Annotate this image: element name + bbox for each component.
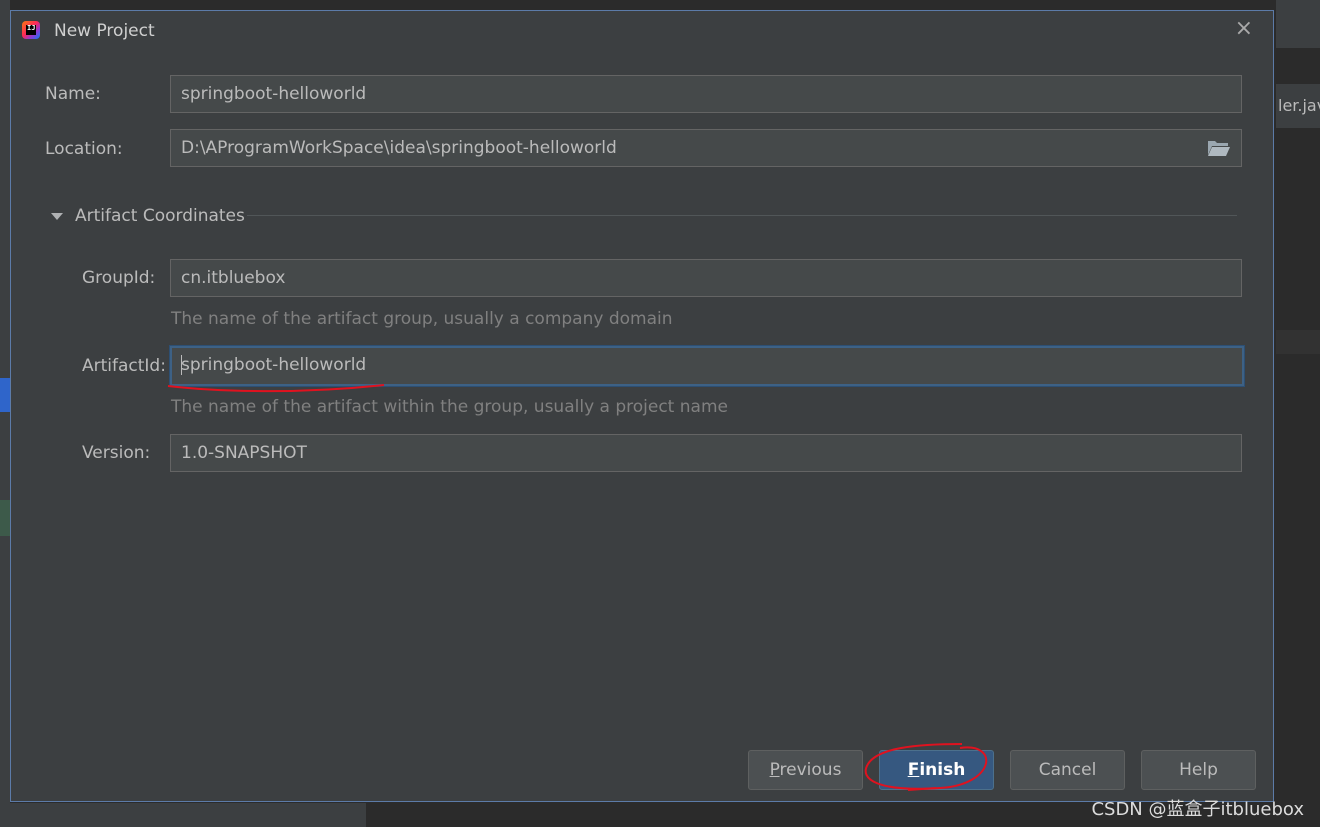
ide-left-selection [0,378,10,412]
ide-left-highlight [0,500,10,536]
ide-bottom-panel [0,803,366,827]
groupid-label: GroupId: [82,268,156,288]
location-field[interactable]: D:\AProgramWorkSpace\idea\springboot-hel… [170,129,1242,167]
watermark-text: CSDN @蓝盒子itbluebox [1091,799,1304,820]
intellij-idea-icon: IJ [22,21,40,39]
folder-open-icon[interactable] [1207,139,1231,157]
name-label: Name: [45,84,101,104]
previous-mnemonic: P [769,760,780,780]
groupid-hint: The name of the artifact group, usually … [171,309,673,329]
new-project-dialog: IJ New Project × Name: springboot-hellow… [10,10,1274,802]
previous-button[interactable]: Previous [748,750,863,790]
artifact-coordinates-title[interactable]: Artifact Coordinates [75,206,245,226]
ide-current-line [1276,330,1320,354]
version-label: Version: [82,443,151,463]
location-value: D:\AProgramWorkSpace\idea\springboot-hel… [181,138,617,158]
section-expanded-chevron-icon[interactable] [49,209,65,225]
help-button[interactable]: Help [1141,750,1256,790]
artifactid-field[interactable]: springboot-helloworld [170,346,1244,386]
cancel-button[interactable]: Cancel [1010,750,1125,790]
artifactid-hint: The name of the artifact within the grou… [171,397,728,417]
groupid-field[interactable]: cn.itbluebox [170,259,1242,297]
dialog-title: New Project [54,21,155,41]
previous-label: revious [779,760,842,780]
artifactid-label: ArtifactId: [82,356,166,376]
ide-left-panel [0,0,10,827]
close-icon[interactable]: × [1235,17,1253,41]
ide-toolbar-fragment [1276,0,1320,48]
finish-button[interactable]: Finish [879,750,994,790]
finish-mnemonic: F [907,760,920,780]
version-field[interactable]: 1.0-SNAPSHOT [170,434,1242,472]
location-label: Location: [45,139,123,159]
name-field[interactable]: springboot-helloworld [170,75,1242,113]
finish-label: inish [919,760,966,780]
ide-editor-tab-label: ler.jav [1278,96,1320,115]
artifactid-value: springboot-helloworld [181,355,367,375]
dialog-titlebar: IJ New Project × [11,11,1273,51]
section-divider [247,215,1237,216]
